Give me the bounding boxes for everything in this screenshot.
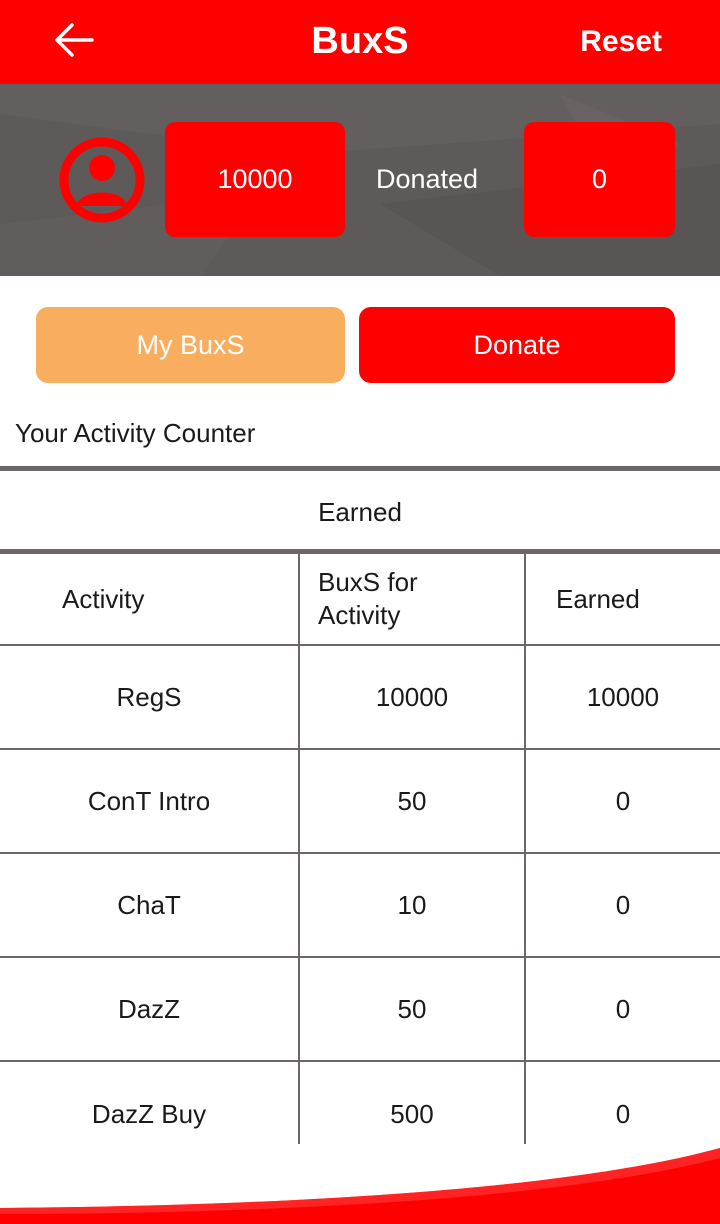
column-divider xyxy=(524,554,526,1144)
column-header-activity: Activity xyxy=(62,583,145,614)
donated-label: Donated xyxy=(375,164,479,194)
buxs-value: 500 xyxy=(390,1098,434,1129)
earned-value: 10000 xyxy=(586,681,660,712)
tab-earned[interactable]: Earned xyxy=(0,472,720,549)
divider xyxy=(0,466,720,471)
buxs-value: 10 xyxy=(397,889,427,920)
buxs-value: 50 xyxy=(397,785,427,816)
table-row: RegS 10000 10000 xyxy=(0,646,720,750)
earned-value: 0 xyxy=(615,785,631,816)
table-row: DazZ Buy 500 0 xyxy=(0,1062,720,1144)
buxs-value: 10000 xyxy=(375,681,449,712)
footer-wave xyxy=(0,1148,720,1224)
earned-value: 0 xyxy=(615,1098,631,1129)
section-title: Your Activity Counter xyxy=(15,418,256,448)
column-header-buxs: BuxS for Activity xyxy=(318,567,418,630)
activity-name: ConT Intro xyxy=(87,785,211,816)
back-button[interactable] xyxy=(48,16,100,64)
donate-button[interactable]: Donate xyxy=(359,307,675,383)
table-header-row: Activity BuxS for Activity Earned xyxy=(0,554,720,646)
balance-box: 10000 xyxy=(165,122,345,237)
earned-value: 0 xyxy=(615,889,631,920)
user-avatar-icon[interactable] xyxy=(58,136,146,224)
activity-name: DazZ xyxy=(117,993,181,1024)
app-bar: BuxS Reset xyxy=(0,0,720,84)
buxs-value: 50 xyxy=(397,993,427,1024)
activity-table: Activity BuxS for Activity Earned RegS 1… xyxy=(0,554,720,1144)
column-divider xyxy=(298,554,300,1144)
earned-value: 0 xyxy=(615,993,631,1024)
column-header-earned: Earned xyxy=(556,583,640,614)
arrow-left-icon xyxy=(55,23,94,57)
reset-button[interactable]: Reset xyxy=(580,20,662,64)
table-row: DazZ 50 0 xyxy=(0,958,720,1062)
activity-name: ChaT xyxy=(117,889,181,920)
table-row: ConT Intro 50 0 xyxy=(0,750,720,854)
my-buxs-button[interactable]: My BuxS xyxy=(36,307,345,383)
activity-name: DazZ Buy xyxy=(91,1098,207,1129)
table-row: ChaT 10 0 xyxy=(0,854,720,958)
donated-value-box: 0 xyxy=(524,122,675,237)
activity-name: RegS xyxy=(116,681,182,712)
